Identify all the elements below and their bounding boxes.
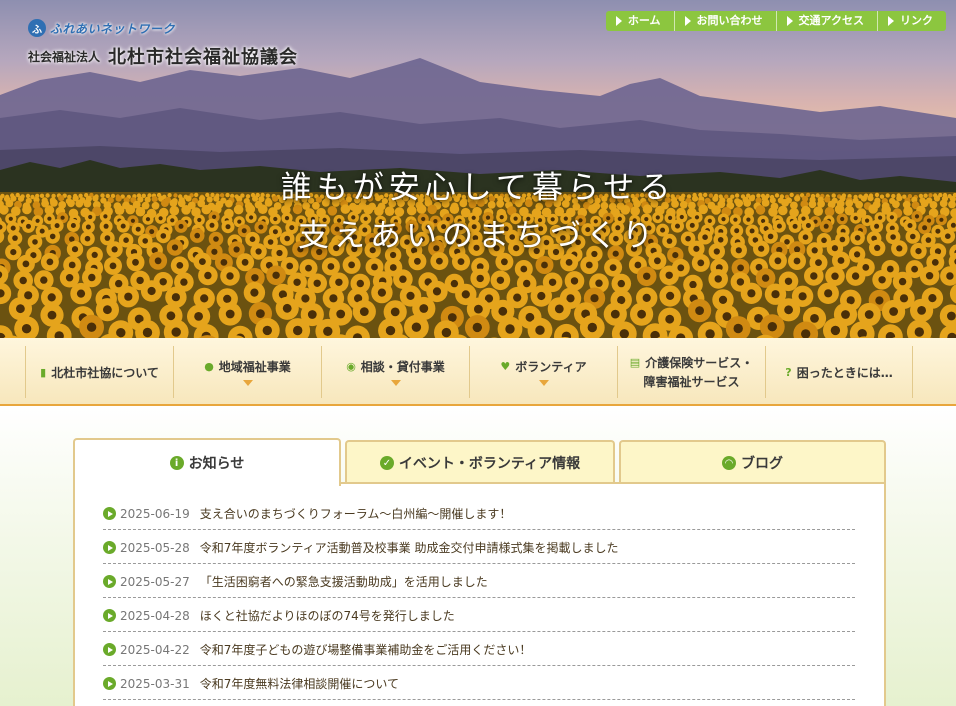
main-nav: ▮ 北杜市社協について ● 地域福祉事業 ◉ 相談・貸付事業 ♥ ボランティア ▤ 介護保… [0,338,956,406]
top-nav-label: ホーム [627,14,661,27]
tab-label: お知らせ [188,456,245,472]
arrow-right-icon [786,16,793,26]
chevron-right-icon [103,575,116,588]
question-icon: ? [785,365,792,379]
hero-tagline-line-1: 誰もが安心して暮らせる [280,170,676,206]
heart-icon: ♥ [500,360,511,373]
logo-badge-icon[interactable]: ふ [28,19,46,37]
news-date: 2025-04-28 [120,608,190,623]
book-icon: ▤ [629,356,641,369]
main-nav-community-welfare[interactable]: ● 地域福祉事業 [173,346,321,398]
top-nav-label: 交通アクセス [798,14,864,27]
network-label[interactable]: ふれあいネットワーク [50,20,175,37]
news-title[interactable]: 令和7年度無料法律相談開催について [200,675,399,692]
news-title[interactable]: ほくと社協だよりほのぼの74号を発行しました [200,607,455,624]
top-nav-contact[interactable]: お問い合わせ [673,11,776,31]
org-prefix[interactable]: 社会福祉法人 [28,48,100,65]
top-nav-links[interactable]: リンク [877,11,946,31]
people-icon: ● [204,360,214,373]
main-nav-consultation-loans[interactable]: ◉ 相談・貸付事業 [321,346,469,398]
rss-icon: ◠ [722,456,736,470]
main-nav-about[interactable]: ▮ 北杜市社協について [25,346,173,398]
news-tabs: i お知らせ ✓ イベント・ボランティア情報 ◠ ブログ [73,438,886,486]
tab-blog[interactable]: ◠ ブログ [619,440,886,484]
chevron-right-icon [103,643,116,656]
main-nav-label-line-2: 障害福祉サービス [643,375,740,389]
chat-icon: ◉ [346,360,356,373]
news-date: 2025-05-27 [120,574,190,589]
chevron-right-icon [103,609,116,622]
news-title[interactable]: 支え合いのまちづくりフォーラム～白州編～開催します！ [200,505,512,522]
top-nav-home[interactable]: ホーム [606,11,674,31]
site-logo-title[interactable]: 北杜市社会福祉協議会 [108,43,298,69]
hero-tagline-line-2: 支えあいのまちづくり [298,218,658,254]
arrow-right-icon [615,16,622,26]
news-list: 2025-06-19 支え合いのまちづくりフォーラム～白州編～開催します！ 202… [103,496,855,700]
tab-events-volunteer[interactable]: ✓ イベント・ボランティア情報 [345,440,615,484]
chevron-right-icon [103,507,116,520]
news-item[interactable]: 2025-04-22 令和7年度子どもの遊び場整備事業補助金をご活用ください！ [103,632,855,666]
chevron-right-icon [103,541,116,554]
tab-label: ブログ [741,456,783,472]
news-item[interactable]: 2025-05-28 令和7年度ボランティア活動普及校事業 助成金交付申請様式集を… [103,530,855,564]
main-nav-label: 地域福祉事業 [218,360,291,374]
news-item[interactable]: 2025-05-27 「生活困窮者への緊急支援活動助成」を活用しました [103,564,855,598]
top-nav-label: リンク [900,14,933,27]
news-item[interactable]: 2025-06-19 支え合いのまちづくりフォーラム～白州編～開催します！ [103,496,855,530]
news-item[interactable]: 2025-03-31 令和7年度無料法律相談開催について [103,666,855,700]
main-nav-label: 北杜市社協について [51,365,159,380]
arrow-right-icon [888,16,894,26]
document-icon: ▮ [40,365,47,379]
top-nav-label: お問い合わせ [696,14,763,27]
main-nav-care-services[interactable]: ▤ 介護保険サービス・ 障害福祉サービス [617,346,765,398]
news-title[interactable]: 「生活困窮者への緊急支援活動助成」を活用しました [200,573,488,590]
top-nav: ホーム お問い合わせ 交通アクセス リンク [605,11,946,31]
news-title[interactable]: 令和7年度子どもの遊び場整備事業補助金をご活用ください！ [200,641,532,658]
chevron-right-icon [103,677,116,690]
main-nav-label: ボランティア [515,360,587,374]
tab-label: イベント・ボランティア情報 [398,456,581,472]
news-date: 2025-06-19 [120,506,190,521]
arrow-right-icon [684,16,691,26]
dropdown-arrow-icon [242,380,253,386]
main-nav-label: 介護保険サービス・ [645,356,754,370]
news-item[interactable]: 2025-04-28 ほくと社協だよりほのぼの74号を発行しました [103,598,855,632]
tab-news[interactable]: i お知らせ [73,438,341,486]
news-date: 2025-05-28 [120,540,190,555]
dropdown-arrow-icon [538,380,549,386]
dropdown-arrow-icon [390,380,401,386]
news-title[interactable]: 令和7年度ボランティア活動普及校事業 助成金交付申請様式集を掲載しました [200,539,619,556]
info-icon: i [169,456,184,470]
news-date: 2025-04-22 [120,642,190,657]
main-nav-label: 相談・貸付事業 [360,360,445,374]
main-nav-help[interactable]: ? 困ったときには… [765,346,913,398]
check-icon: ✓ [379,456,394,470]
news-date: 2025-03-31 [120,676,190,691]
main-nav-volunteer[interactable]: ♥ ボランティア [469,346,617,398]
main-nav-label: 困ったときには… [796,365,893,380]
hero-banner: ふ ふれあいネットワーク 社会福祉法人 北杜市社会福祉協議会 ホーム お問い合わ… [0,0,956,338]
top-nav-access[interactable]: 交通アクセス [775,11,877,31]
